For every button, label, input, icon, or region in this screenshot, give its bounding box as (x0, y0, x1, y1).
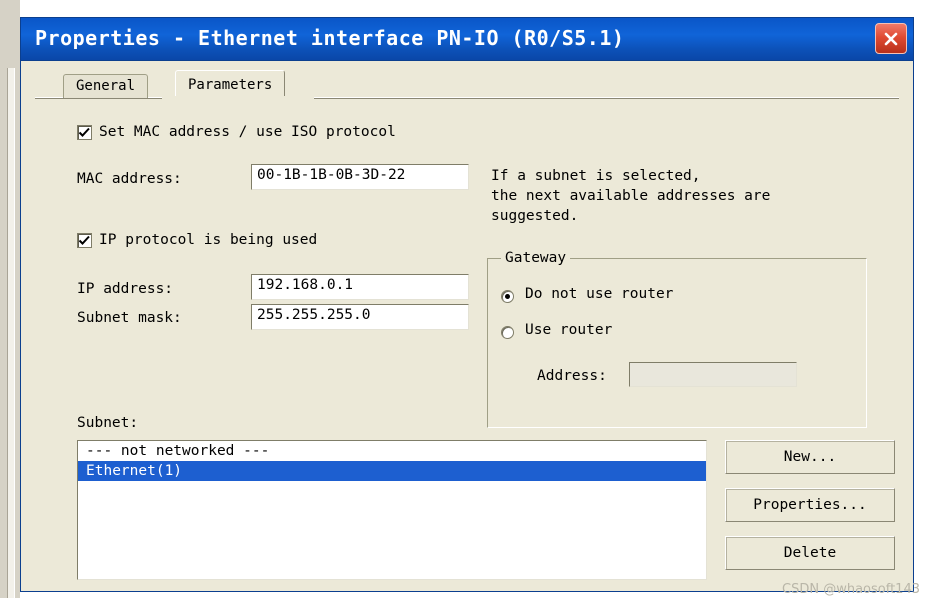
subnet-mask-input[interactable]: 255.255.255.0 (251, 304, 469, 330)
gateway-group (487, 258, 867, 428)
gateway-group-title: Gateway (501, 250, 571, 266)
desktop-strip-right (916, 0, 934, 598)
screen-background: Properties - Ethernet interface PN-IO (R… (0, 0, 934, 598)
gateway-address-input[interactable] (629, 362, 797, 387)
set-mac-address-text: Set MAC address / use ISO protocol (99, 124, 396, 140)
close-button[interactable] (875, 23, 907, 54)
set-mac-address-checkbox[interactable] (77, 125, 92, 140)
mac-address-input[interactable]: 00-1B-1B-0B-3D-22 (251, 164, 469, 190)
subnet-listbox[interactable]: --- not networked --- Ethernet(1) (77, 440, 707, 580)
ip-protocol-label: IP protocol is being used (99, 232, 318, 248)
radio-do-not-use-router[interactable] (501, 290, 514, 303)
ip-address-input[interactable]: 192.168.0.1 (251, 274, 469, 300)
close-icon (884, 32, 898, 46)
dialog-title-bar[interactable]: Properties - Ethernet interface PN-IO (R… (21, 18, 913, 61)
properties-button[interactable]: Properties... (725, 488, 895, 522)
mac-address-label: MAC address: (77, 171, 182, 187)
desktop-strip-top (0, 0, 934, 16)
set-mac-address-label: Set MAC address / use ISO protocol (99, 124, 396, 140)
tab-strip: General Parameters (35, 70, 899, 100)
subnet-list-label: Subnet: (77, 415, 139, 431)
delete-button-label: Delete (783, 545, 837, 561)
tab-general[interactable]: General (63, 74, 149, 98)
subnet-hint-text: If a subnet is selected, the next availa… (491, 168, 771, 224)
subnet-mask-label: Subnet mask: (77, 310, 182, 326)
checkmark-icon (78, 235, 90, 245)
radio-use-router[interactable] (501, 326, 514, 339)
list-item[interactable]: Ethernet(1) (78, 461, 706, 481)
radio-selected-dot (505, 294, 510, 299)
gateway-address-label: Address: (537, 368, 607, 384)
new-button-label: New... (783, 449, 837, 465)
properties-button-label: Properties... (753, 497, 867, 513)
new-button[interactable]: New... (725, 440, 895, 474)
dialog-title: Properties - Ethernet interface PN-IO (R… (35, 26, 625, 50)
delete-button[interactable]: Delete (725, 536, 895, 570)
parent-window-left-edge (0, 0, 20, 598)
checkmark-icon (78, 127, 90, 137)
active-tab-joint (162, 96, 314, 100)
list-item[interactable]: --- not networked --- (78, 441, 706, 461)
ip-address-label: IP address: (77, 281, 174, 297)
radio-do-not-use-router-label: Do not use router (525, 286, 674, 302)
parameters-panel: Set MAC address / use ISO protocol MAC a… (35, 100, 899, 590)
watermark: CSDN @whaosoft143 (782, 582, 920, 597)
parent-window-scrollbar[interactable] (7, 68, 15, 598)
radio-use-router-label: Use router (525, 322, 613, 338)
properties-dialog: Properties - Ethernet interface PN-IO (R… (20, 17, 914, 592)
ip-protocol-checkbox[interactable] (77, 233, 92, 248)
